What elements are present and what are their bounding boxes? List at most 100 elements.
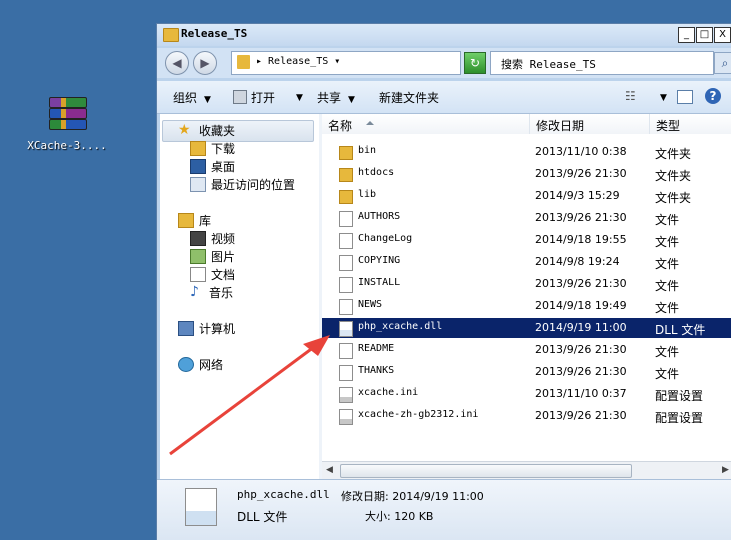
file-name: NEWS — [358, 299, 383, 310]
search-placeholder: 搜索 Release_TS — [501, 58, 596, 71]
file-name: bin — [358, 145, 377, 156]
back-button[interactable]: ◀ — [165, 51, 189, 75]
star-icon: ★ — [178, 121, 191, 138]
forward-button[interactable]: ▶ — [193, 51, 217, 75]
folder-icon — [237, 55, 250, 69]
file-row[interactable]: COPYING 2014/9/8 19:24 文件 — [322, 252, 731, 272]
search-input[interactable]: 搜索 Release_TS — [490, 51, 714, 75]
column-header-name[interactable]: 名称 — [322, 114, 530, 134]
file-type: 配置设置 — [655, 411, 704, 425]
file-icon — [339, 211, 353, 227]
scroll-left-icon[interactable]: ◀ — [322, 463, 337, 478]
settings-file-icon — [339, 387, 353, 403]
file-date: 2014/9/18 19:49 — [535, 299, 627, 312]
download-folder-icon — [190, 140, 206, 156]
nav-desktop[interactable]: 桌面 — [190, 157, 235, 175]
computer-icon — [178, 320, 194, 336]
settings-file-icon — [339, 409, 353, 425]
view-dropdown[interactable]: ▼ — [653, 89, 667, 103]
file-row[interactable]: xcache-zh-gb2312.ini 2013/9/26 21:30 配置设置 — [322, 406, 731, 426]
chevron-down-icon: ▼ — [348, 95, 355, 105]
nav-documents[interactable]: 文档 — [190, 265, 235, 283]
file-row[interactable]: README 2013/9/26 21:30 文件 — [322, 340, 731, 360]
explorer-window: Release_TS _ □ X ◀ ▶ ▸ Release_TS ▾ ↻ 搜索… — [156, 23, 731, 540]
nav-computer-label: 计算机 — [199, 321, 236, 336]
search-icon[interactable]: ⌕ — [714, 52, 731, 74]
horizontal-scrollbar[interactable]: ◀ ▶ — [322, 461, 731, 479]
file-row[interactable]: INSTALL 2013/9/26 21:30 文件 — [322, 274, 731, 294]
file-type: 配置设置 — [655, 389, 704, 403]
file-icon — [339, 299, 353, 315]
file-row[interactable]: lib 2014/9/3 15:29 文件夹 — [322, 186, 731, 206]
picture-icon — [190, 248, 206, 264]
file-row[interactable]: xcache.ini 2013/11/10 0:37 配置设置 — [322, 384, 731, 404]
help-icon[interactable]: ? — [705, 88, 721, 104]
file-type: DLL 文件 — [655, 323, 706, 337]
file-date: 2013/9/26 21:30 — [535, 211, 627, 224]
nav-computer[interactable]: 计算机 — [178, 319, 235, 337]
scroll-right-icon[interactable]: ▶ — [718, 463, 731, 478]
nav-music-label: 音乐 — [209, 285, 234, 300]
scroll-thumb[interactable] — [340, 464, 632, 478]
desktop-icon-xcache-archive[interactable]: XCache-3.... — [22, 95, 112, 152]
file-row[interactable]: THANKS 2013/9/26 21:30 文件 — [322, 362, 731, 382]
column-header-type[interactable]: 类型 — [650, 114, 731, 134]
open-dropdown[interactable]: ▼ — [289, 89, 303, 103]
nav-pictures[interactable]: 图片 — [190, 247, 235, 265]
command-bar: 组织 ▼ 打开 ▼ 共享 ▼ 新建文件夹 ☷ ▼ ? — [157, 81, 731, 114]
file-date: 2013/9/26 21:30 — [535, 365, 627, 378]
network-icon — [178, 356, 194, 372]
music-icon: ♪ — [190, 283, 199, 300]
folder-icon — [339, 190, 353, 204]
nav-library[interactable]: 库 — [178, 211, 211, 229]
file-name: xcache.ini — [358, 387, 419, 398]
nav-favorites[interactable]: ★ 收藏夹 — [178, 121, 235, 139]
close-button[interactable]: X — [714, 27, 731, 43]
winrar-archive-icon — [45, 95, 89, 133]
file-row[interactable]: ChangeLog 2014/9/18 19:55 文件 — [322, 230, 731, 250]
file-row[interactable]: htdocs 2013/9/26 21:30 文件夹 — [322, 164, 731, 184]
folder-icon — [339, 168, 353, 182]
file-date: 2013/9/26 21:30 — [535, 277, 627, 290]
file-row[interactable]: AUTHORS 2013/9/26 21:30 文件 — [322, 208, 731, 228]
nav-videos[interactable]: 视频 — [190, 229, 235, 247]
title-bar[interactable]: Release_TS _ □ X — [157, 24, 731, 46]
maximize-button[interactable]: □ — [696, 27, 713, 43]
chevron-down-icon: ▼ — [296, 93, 303, 103]
share-menu[interactable]: 共享 ▼ — [317, 89, 355, 106]
sort-ascending-icon — [366, 121, 374, 125]
details-type: DLL 文件 — [237, 510, 288, 524]
file-icon — [339, 255, 353, 271]
nav-music[interactable]: ♪ 音乐 — [190, 283, 233, 301]
nav-desktop-label: 桌面 — [211, 159, 236, 174]
file-date: 2014/9/3 15:29 — [535, 189, 620, 202]
preview-pane-icon[interactable] — [677, 90, 693, 104]
file-type: 文件夹 — [655, 169, 692, 183]
nav-network[interactable]: 网络 — [178, 355, 223, 373]
file-row[interactable]: bin 2013/11/10 0:38 文件夹 — [322, 142, 731, 162]
desktop-icon-label: XCache-3.... — [27, 139, 107, 152]
file-name: README — [358, 343, 395, 354]
organize-menu[interactable]: 组织 ▼ — [173, 89, 211, 106]
minimize-button[interactable]: _ — [678, 27, 695, 43]
file-type: 文件 — [655, 279, 680, 293]
file-row[interactable]: php_xcache.dll 2014/9/19 11:00 DLL 文件 — [322, 318, 731, 338]
recent-places-icon — [190, 176, 206, 192]
address-row: ◀ ▶ ▸ Release_TS ▾ ↻ 搜索 Release_TS ⌕ — [157, 48, 731, 78]
nav-downloads[interactable]: 下载 — [190, 139, 235, 157]
file-date: 2013/9/26 21:30 — [535, 167, 627, 180]
dll-file-icon — [339, 321, 353, 337]
new-folder-button[interactable]: 新建文件夹 — [379, 89, 439, 106]
share-label: 共享 — [317, 91, 342, 105]
details-filename: php_xcache.dll — [237, 488, 330, 501]
details-modified: 修改日期: 2014/9/19 11:00 — [341, 490, 484, 503]
view-options-icon[interactable]: ☷ — [625, 89, 636, 103]
chevron-down-icon: ▼ — [660, 93, 667, 103]
column-header-date[interactable]: 修改日期 — [530, 114, 650, 134]
nav-recent[interactable]: 最近访问的位置 — [190, 175, 295, 193]
address-bar[interactable]: ▸ Release_TS ▾ — [231, 51, 461, 75]
video-icon — [190, 230, 206, 246]
refresh-button[interactable]: ↻ — [464, 52, 486, 74]
open-button[interactable]: 打开 — [233, 89, 275, 106]
file-row[interactable]: NEWS 2014/9/18 19:49 文件 — [322, 296, 731, 316]
